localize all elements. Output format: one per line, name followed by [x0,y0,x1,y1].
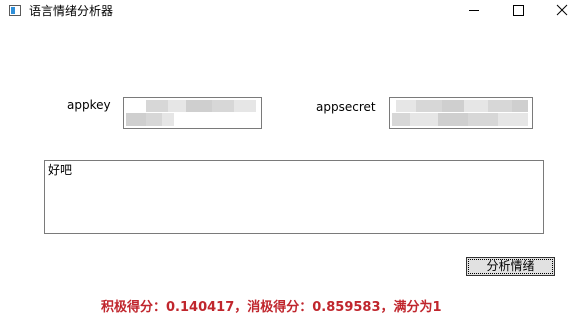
redaction-block [442,100,464,112]
redaction-block [464,100,488,112]
window-app-icon [9,5,21,16]
close-button[interactable] [540,0,584,22]
redaction-block [410,113,438,126]
appsecret-label: appsecret [316,100,376,114]
redaction-block [498,113,528,126]
redaction-block [512,100,528,112]
redaction-block [468,113,498,126]
redaction-block [212,100,234,112]
minimize-icon [469,10,479,11]
maximize-icon [513,5,524,16]
analyze-emotion-button[interactable]: 分析情绪 [466,257,555,276]
title-bar[interactable]: 语言情绪分析器 [0,0,587,22]
redaction-block [488,100,512,112]
window-title: 语言情绪分析器 [29,4,114,18]
redaction-block [126,113,146,126]
appkey-label: appkey [67,98,111,112]
redaction-block [396,100,416,112]
redaction-block [146,113,162,126]
appkey-input[interactable] [123,97,262,129]
redaction-block [416,100,442,112]
app-window: 语言情绪分析器 appkey appsecret 好吧 分析情绪 积极得分：0.… [0,0,587,322]
redaction-block [392,113,410,126]
redaction-block [438,113,468,126]
redaction-block [162,113,174,126]
text-input-area[interactable]: 好吧 [44,160,544,234]
minimize-button[interactable] [452,0,496,22]
redaction-block [234,100,256,112]
redaction-block [186,100,212,112]
result-text: 积极得分：0.140417，消极得分：0.859583，满分为1 [101,300,442,315]
appsecret-input[interactable] [389,97,533,129]
redaction-block [168,100,186,112]
maximize-button[interactable] [496,0,540,22]
close-icon [556,4,568,16]
redaction-block [146,100,168,112]
